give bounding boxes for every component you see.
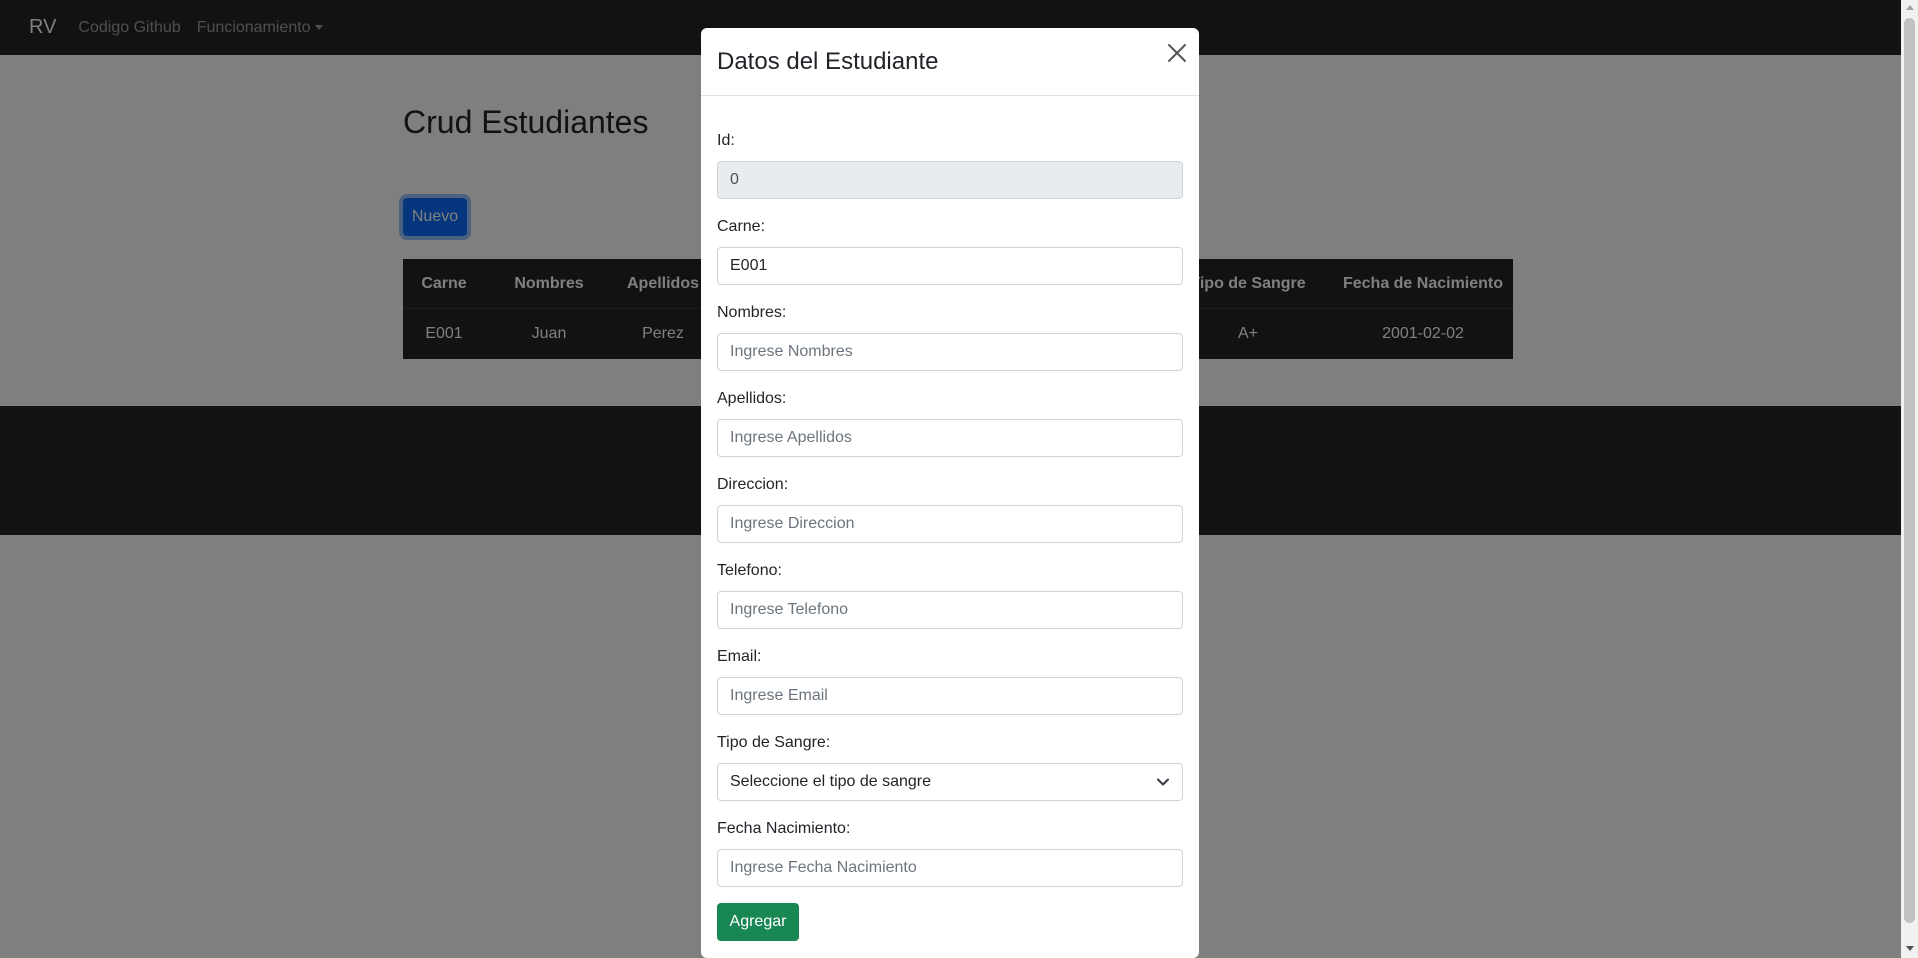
scrollbar[interactable] [1901,0,1918,958]
scroll-down-icon[interactable] [1906,946,1914,951]
label-direccion: Direccion: [717,476,789,493]
label-email: Email: [717,648,762,665]
student-modal: Datos del Estudiante Id: Carne: Nombres:… [701,28,1199,958]
agregar-button[interactable]: Agregar [717,903,799,941]
modal-title: Datos del Estudiante [717,48,939,75]
nombres-field[interactable] [717,333,1183,371]
email-field[interactable] [717,677,1183,715]
close-icon[interactable] [1166,42,1188,64]
tipo-sangre-selected: Seleccione el tipo de sangre [730,773,932,790]
carne-field[interactable] [717,247,1183,285]
label-nombres: Nombres: [717,304,787,321]
telefono-field[interactable] [717,591,1183,629]
label-apellidos: Apellidos: [717,390,787,407]
label-telefono: Telefono: [717,562,782,579]
modal-header: Datos del Estudiante [701,28,1199,96]
apellidos-field[interactable] [717,419,1183,457]
scroll-thumb[interactable] [1904,18,1915,923]
label-fecha: Fecha Nacimiento: [717,820,851,837]
direccion-field[interactable] [717,505,1183,543]
tipo-sangre-select[interactable]: Seleccione el tipo de sangre [717,763,1183,801]
label-tipo-sangre: Tipo de Sangre: [717,734,831,751]
label-id: Id: [717,132,735,149]
fecha-field[interactable] [717,849,1183,887]
chevron-down-icon [1156,775,1170,789]
id-field [717,161,1183,199]
label-carne: Carne: [717,218,766,235]
scroll-up-icon[interactable] [1906,5,1914,10]
